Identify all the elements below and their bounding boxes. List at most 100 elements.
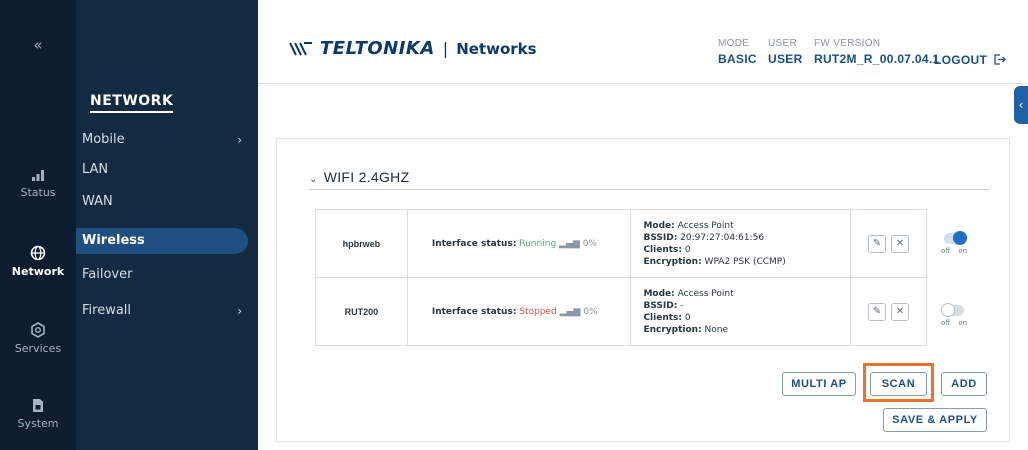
status-cell: Interface status: Stopped ▂▄▆ 0% [406, 277, 632, 346]
ssid-cell: hpbrweb [315, 209, 408, 278]
mode-indicator: MODE BASIC [718, 38, 757, 66]
menu-item-firewall[interactable]: Firewall › [76, 298, 258, 324]
rail-item-system[interactable]: System [0, 398, 76, 430]
menu-item-mobile[interactable]: Mobile › [76, 127, 258, 153]
mode-label: MODE [718, 38, 750, 49]
rail-item-network[interactable]: Network [0, 245, 76, 278]
encryption-value: None [704, 324, 729, 335]
mode-value[interactable]: BASIC [718, 52, 757, 66]
toggle-off-label: off [941, 247, 951, 255]
bssid-label: BSSID: [643, 232, 678, 243]
logo-separator: | [442, 39, 449, 58]
section-header-wifi-24[interactable]: ⌄ WIFI 2.4GHZ [309, 169, 409, 185]
fw-version-label: FW VERSION [814, 38, 881, 49]
menu-item-label: Wireless [82, 233, 145, 248]
save-apply-button[interactable]: SAVE & APPLY [883, 408, 987, 432]
menu-item-label: Firewall [82, 303, 132, 318]
wireless-panel: ⌄ WIFI 2.4GHZ hpbrweb Interface status: R… [276, 138, 1010, 442]
rail-item-label: Status [20, 186, 56, 199]
status-label: Interface status: [431, 238, 517, 249]
rail-item-label: System [17, 417, 59, 430]
clients-label: Clients: [643, 312, 682, 323]
chevron-right-icon: › [237, 304, 242, 318]
menu-item-label: LAN [82, 162, 109, 177]
menu-item-label: WAN [82, 194, 113, 209]
toggle-off-label: off [941, 319, 951, 327]
signal-icon: ▂▄▆ [559, 306, 581, 317]
collapse-sidebar-icon[interactable]: « [0, 36, 76, 54]
toggle-switch[interactable] [944, 231, 968, 245]
toggle-knob [953, 231, 968, 245]
section-title: WIFI 2.4GHZ [323, 169, 410, 185]
multi-ap-button[interactable]: MULTI AP [782, 372, 856, 396]
ssid-cell: RUT200 [315, 277, 408, 346]
chevron-down-icon: ⌄ [309, 174, 318, 185]
toggle-switch[interactable] [941, 303, 965, 317]
menu-item-failover[interactable]: Failover [76, 262, 258, 288]
logout-icon [994, 54, 1006, 65]
info-cell: Mode: Access Point BSSID: 20:97:27:04:61… [630, 209, 852, 278]
logout-label: LOGOUT [934, 53, 988, 67]
menu-item-label: Failover [82, 267, 133, 282]
scan-button[interactable]: SCAN [870, 372, 927, 396]
mode-label: Mode: [643, 288, 675, 299]
add-button[interactable]: ADD [941, 372, 987, 396]
rail-item-services[interactable]: Services [0, 322, 76, 355]
info-cell: Mode: Access Point BSSID: - Clients: 0 E… [630, 277, 852, 346]
toggle-on-label: on [958, 247, 968, 255]
delete-icon[interactable]: ✕ [891, 302, 909, 321]
rail-item-status[interactable]: Status [0, 168, 76, 199]
mode-label: Mode: [643, 220, 675, 231]
encryption-label: Encryption: [643, 324, 702, 335]
chevron-right-icon: › [237, 133, 242, 147]
teltonika-logo[interactable]: TELTONIKA | Networks [288, 38, 537, 59]
signal-value: 0% [583, 306, 598, 317]
globe-icon [30, 245, 46, 261]
toggle-labels: off on [941, 247, 967, 255]
mode-value: Access Point [677, 220, 734, 231]
menu-item-wireless[interactable]: Wireless [76, 228, 248, 254]
signal-icon: ▂▄▆ [559, 238, 580, 249]
encryption-label: Encryption: [643, 256, 702, 267]
gear-icon [31, 322, 45, 338]
fw-version-indicator: FW VERSION RUT2M_R_00.07.04.1 [814, 38, 939, 66]
top-header: TELTONIKA | Networks MODE BASIC USER USE… [258, 0, 1028, 84]
logout-button[interactable]: LOGOUT [934, 53, 1006, 67]
table-row: hpbrweb Interface status: Running ▂▄▆ 0%… [315, 209, 927, 278]
clients-value: 0 [684, 312, 691, 323]
toggle-on-label: on [958, 319, 968, 327]
network-menu: NETWORK Mobile › LAN WAN Wireless Failov… [76, 0, 258, 450]
menu-item-wan[interactable]: WAN [76, 189, 258, 215]
delete-icon[interactable]: ✕ [891, 234, 909, 253]
user-indicator: USER USER [768, 38, 803, 66]
section-divider [309, 189, 989, 190]
toggle-knob [941, 303, 956, 317]
actions-cell: ✎ ✕ [850, 277, 927, 346]
table-row: RUT200 Interface status: Stopped ▂▄▆ 0% … [315, 277, 927, 346]
side-panel-toggle[interactable]: ‹ [1014, 86, 1028, 124]
rail-item-label: Network [11, 265, 65, 278]
logo-mark-icon [289, 41, 312, 55]
rail-item-label: Services [14, 342, 62, 355]
icon-rail: « Status Network Services System [0, 0, 76, 450]
menu-item-lan[interactable]: LAN [76, 157, 258, 183]
mode-value: Access Point [677, 288, 734, 299]
bssid-value: 20:97:27:04:61:56 [680, 232, 765, 243]
bssid-value: - [680, 300, 684, 311]
signal-value: 0% [582, 238, 597, 249]
clients-label: Clients: [643, 244, 682, 255]
fw-version-value: RUT2M_R_00.07.04.1 [814, 52, 940, 66]
logo-brand: TELTONIKA [320, 38, 435, 59]
user-label: USER [768, 38, 797, 49]
menu-item-label: Mobile [82, 132, 125, 147]
enable-toggle-hpbrweb[interactable]: off on [941, 231, 968, 255]
status-cell: Interface status: Running ▂▄▆ 0% [406, 209, 632, 278]
user-value: USER [768, 52, 803, 66]
actions-cell: ✎ ✕ [850, 209, 927, 278]
status-value: Stopped [519, 306, 557, 317]
enable-toggle-rut200[interactable]: off on [941, 303, 967, 327]
toggle-labels: off on [941, 319, 967, 327]
edit-icon[interactable]: ✎ [868, 234, 887, 253]
status-label: Interface status: [431, 306, 517, 317]
edit-icon[interactable]: ✎ [868, 302, 887, 321]
